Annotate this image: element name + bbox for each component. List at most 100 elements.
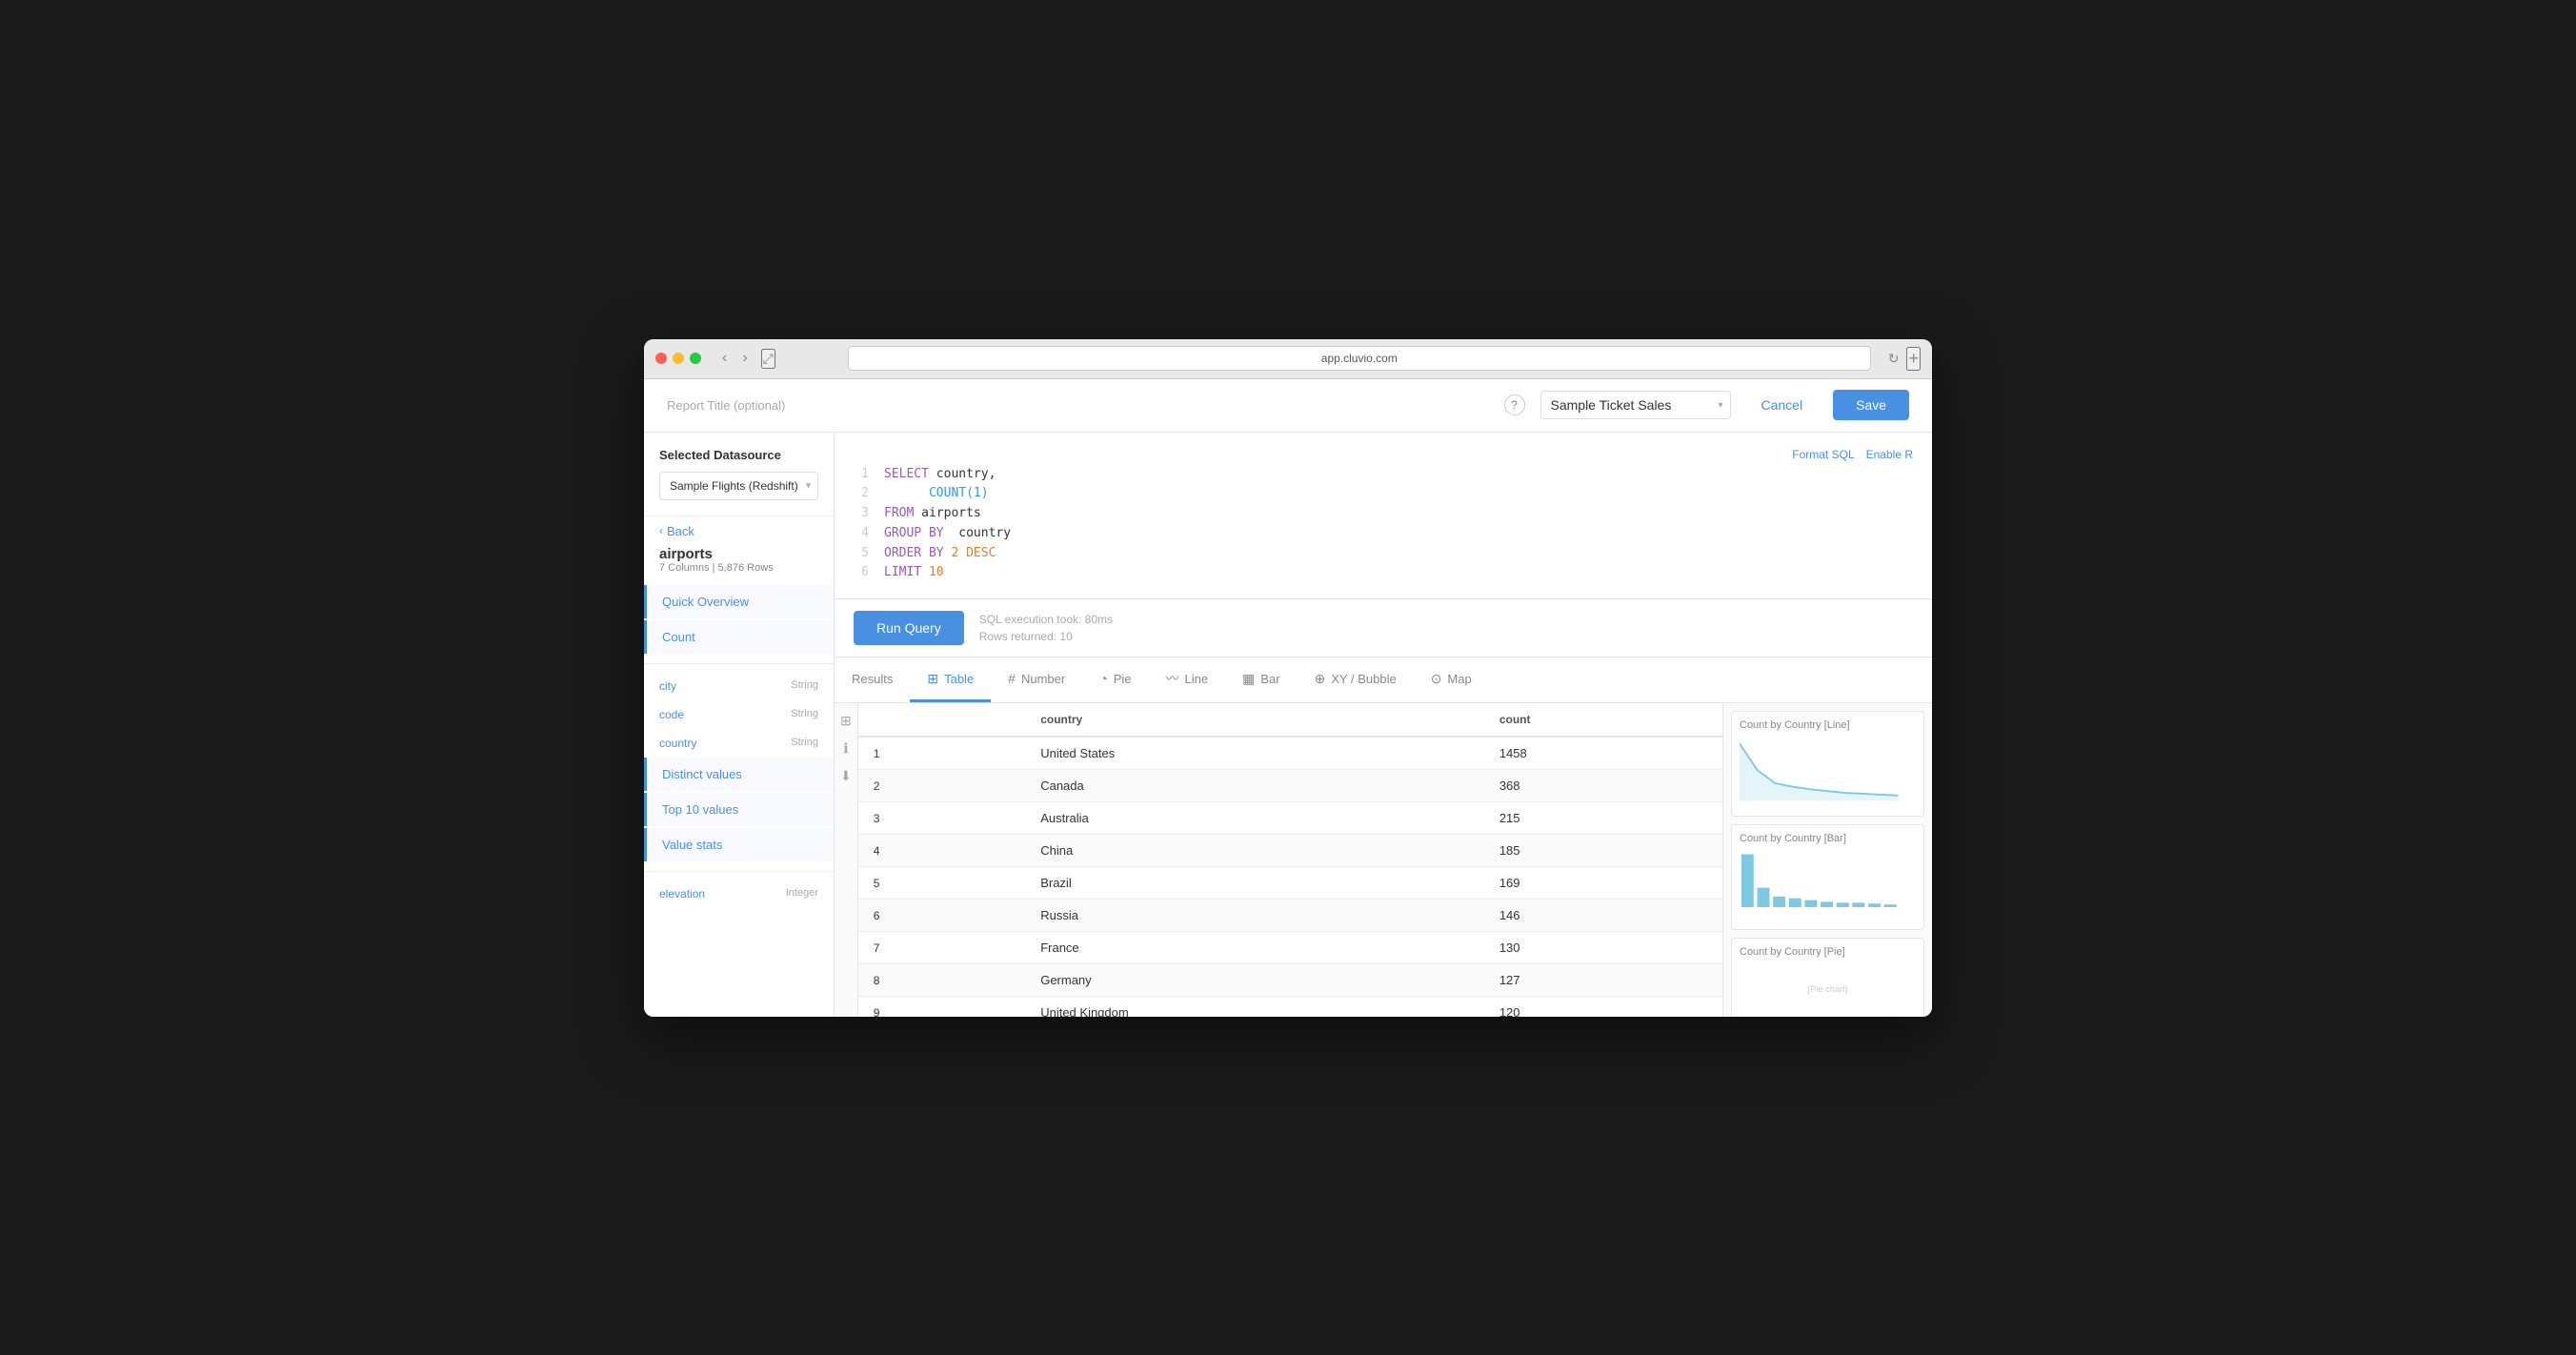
tab-xybubble[interactable]: ⊕ XY / Bubble [1298,657,1414,702]
cell-country: United States [1025,737,1484,770]
row-num: 4 [858,835,1025,867]
save-button[interactable]: Save [1833,390,1909,420]
address-bar[interactable]: app.cluvio.com [848,346,1871,371]
maximize-btn[interactable] [690,353,701,364]
field-type-elevation: Integer [786,887,818,900]
url-text: app.cluvio.com [1321,352,1398,365]
enable-r-button[interactable]: Enable R [1866,448,1913,461]
col-header-num [858,703,1025,737]
line-chart-panel: Count by Country [Line] [1731,711,1924,817]
tab-bar[interactable]: ▦ Bar [1225,657,1297,702]
row-num: 9 [858,997,1025,1017]
data-table: country count 1 United States 1458 2 Can… [858,703,1722,1016]
number-icon: # [1008,671,1016,686]
row-num: 5 [858,867,1025,900]
tab-bar-label: Bar [1260,672,1279,686]
cell-country: Brazil [1025,867,1484,900]
format-sql-button[interactable]: Format SQL [1792,448,1854,461]
grid-view-icon[interactable]: ⊞ [840,713,852,729]
tab-pie[interactable]: ◔ Pie [1082,657,1148,702]
cell-count: 130 [1484,932,1722,964]
table-row: 7 France 130 [858,932,1722,964]
table-row: 4 China 185 [858,835,1722,867]
map-icon: ⊙ [1431,671,1442,687]
tab-results-label: Results [852,672,893,686]
sidebar-item-distinct-values[interactable]: Distinct values [644,758,834,791]
line-chart-title: Count by Country [Line] [1740,719,1916,731]
pie-chart: [Pie chart] [1740,963,1916,1016]
tab-line-label: Line [1184,672,1208,686]
bar-chart-panel: Count by Country [Bar] [1731,824,1924,930]
back-nav-button[interactable]: ‹ [716,348,733,369]
field-item-code[interactable]: code String [644,700,834,729]
code-line-1: 1 SELECT country, [854,465,1913,485]
field-item-country[interactable]: country String [644,729,834,758]
cell-count: 185 [1484,835,1722,867]
field-item-elevation[interactable]: elevation Integer [644,880,834,908]
download-icon[interactable]: ⬇ [840,768,852,784]
row-num: 3 [858,802,1025,835]
cell-count: 1458 [1484,737,1722,770]
main-content: Selected Datasource Sample Flights (Reds… [644,433,1932,1017]
field-item-city[interactable]: city String [644,672,834,700]
field-name-code: code [659,708,684,721]
tab-results[interactable]: Results [835,657,910,702]
minimize-btn[interactable] [673,353,684,364]
field-type-country: String [791,737,818,750]
fullscreen-button[interactable]: ⤢ [761,349,775,369]
tab-number-label: Number [1021,672,1065,686]
results-area: Results ⊞ Table # Number ◔ Pie [835,657,1932,1016]
info-icon[interactable]: ℹ [843,740,848,757]
app-header: Report Title (optional) ? ▾ Cancel Save [644,379,1932,433]
datasource-select[interactable]: Sample Flights (Redshift) [659,472,818,500]
line-icon: 〰 [1165,669,1178,688]
run-area: Run Query SQL execution took: 80ms Rows … [835,599,1932,657]
table-row: 9 United Kingdom 120 [858,997,1722,1017]
run-query-button[interactable]: Run Query [854,611,964,645]
exec-info: SQL execution took: 80ms Rows returned: … [979,611,1113,645]
field-name-elevation: elevation [659,887,705,900]
cell-count: 215 [1484,802,1722,835]
pie-icon: ◔ [1099,671,1107,686]
sidebar-item-value-stats[interactable]: Value stats [644,828,834,861]
table-meta: 7 Columns | 5,876 Rows [659,562,818,574]
row-num: 7 [858,932,1025,964]
add-tab-button[interactable]: + [1906,347,1921,371]
pie-chart-panel: Count by Country [Pie] [Pie chart] [1731,938,1924,1016]
help-button[interactable]: ? [1504,394,1525,415]
tab-table-label: Table [944,672,974,686]
cell-country: Australia [1025,802,1484,835]
tab-number[interactable]: # Number [991,657,1082,702]
table-info: airports 7 Columns | 5,876 Rows [644,546,834,574]
cell-count: 169 [1484,867,1722,900]
tab-line[interactable]: 〰 Line [1148,657,1225,702]
report-title-input[interactable] [1540,391,1731,419]
col-header-country: country [1025,703,1484,737]
close-btn[interactable] [655,353,667,364]
reload-icon[interactable]: ↻ [1888,351,1900,367]
exec-time: SQL execution took: 80ms [979,611,1113,628]
title-dropdown-wrapper: ▾ [1540,391,1731,419]
code-line-5: 5 ORDER BY 2 DESC [854,544,1913,564]
table-row: 6 Russia 146 [858,900,1722,932]
sidebar: Selected Datasource Sample Flights (Reds… [644,433,835,1017]
back-button[interactable]: ‹ Back [644,516,834,546]
sidebar-item-quick-overview[interactable]: Quick Overview [644,585,834,618]
row-num: 8 [858,964,1025,997]
results-content: ⊞ ℹ ⬇ country count [835,703,1932,1016]
sidebar-item-count[interactable]: Count [644,620,834,654]
col-header-count: count [1484,703,1722,737]
tab-map[interactable]: ⊙ Map [1414,657,1489,702]
tab-table[interactable]: ⊞ Table [910,657,991,702]
pie-chart-title: Count by Country [Pie] [1740,946,1916,958]
row-num: 1 [858,737,1025,770]
table-row: 3 Australia 215 [858,802,1722,835]
table-row-area: ⊞ ℹ ⬇ country count [835,703,1722,1016]
cancel-button[interactable]: Cancel [1746,390,1819,420]
report-title-label: Report Title (optional) [667,398,1070,413]
row-num: 6 [858,900,1025,932]
code-line-2: 2 COUNT(1) [854,484,1913,504]
sidebar-item-top10-values[interactable]: Top 10 values [644,793,834,826]
code-editor[interactable]: Format SQL Enable R 1 SELECT country, 2 … [835,433,1932,600]
forward-nav-button[interactable]: › [736,348,753,369]
